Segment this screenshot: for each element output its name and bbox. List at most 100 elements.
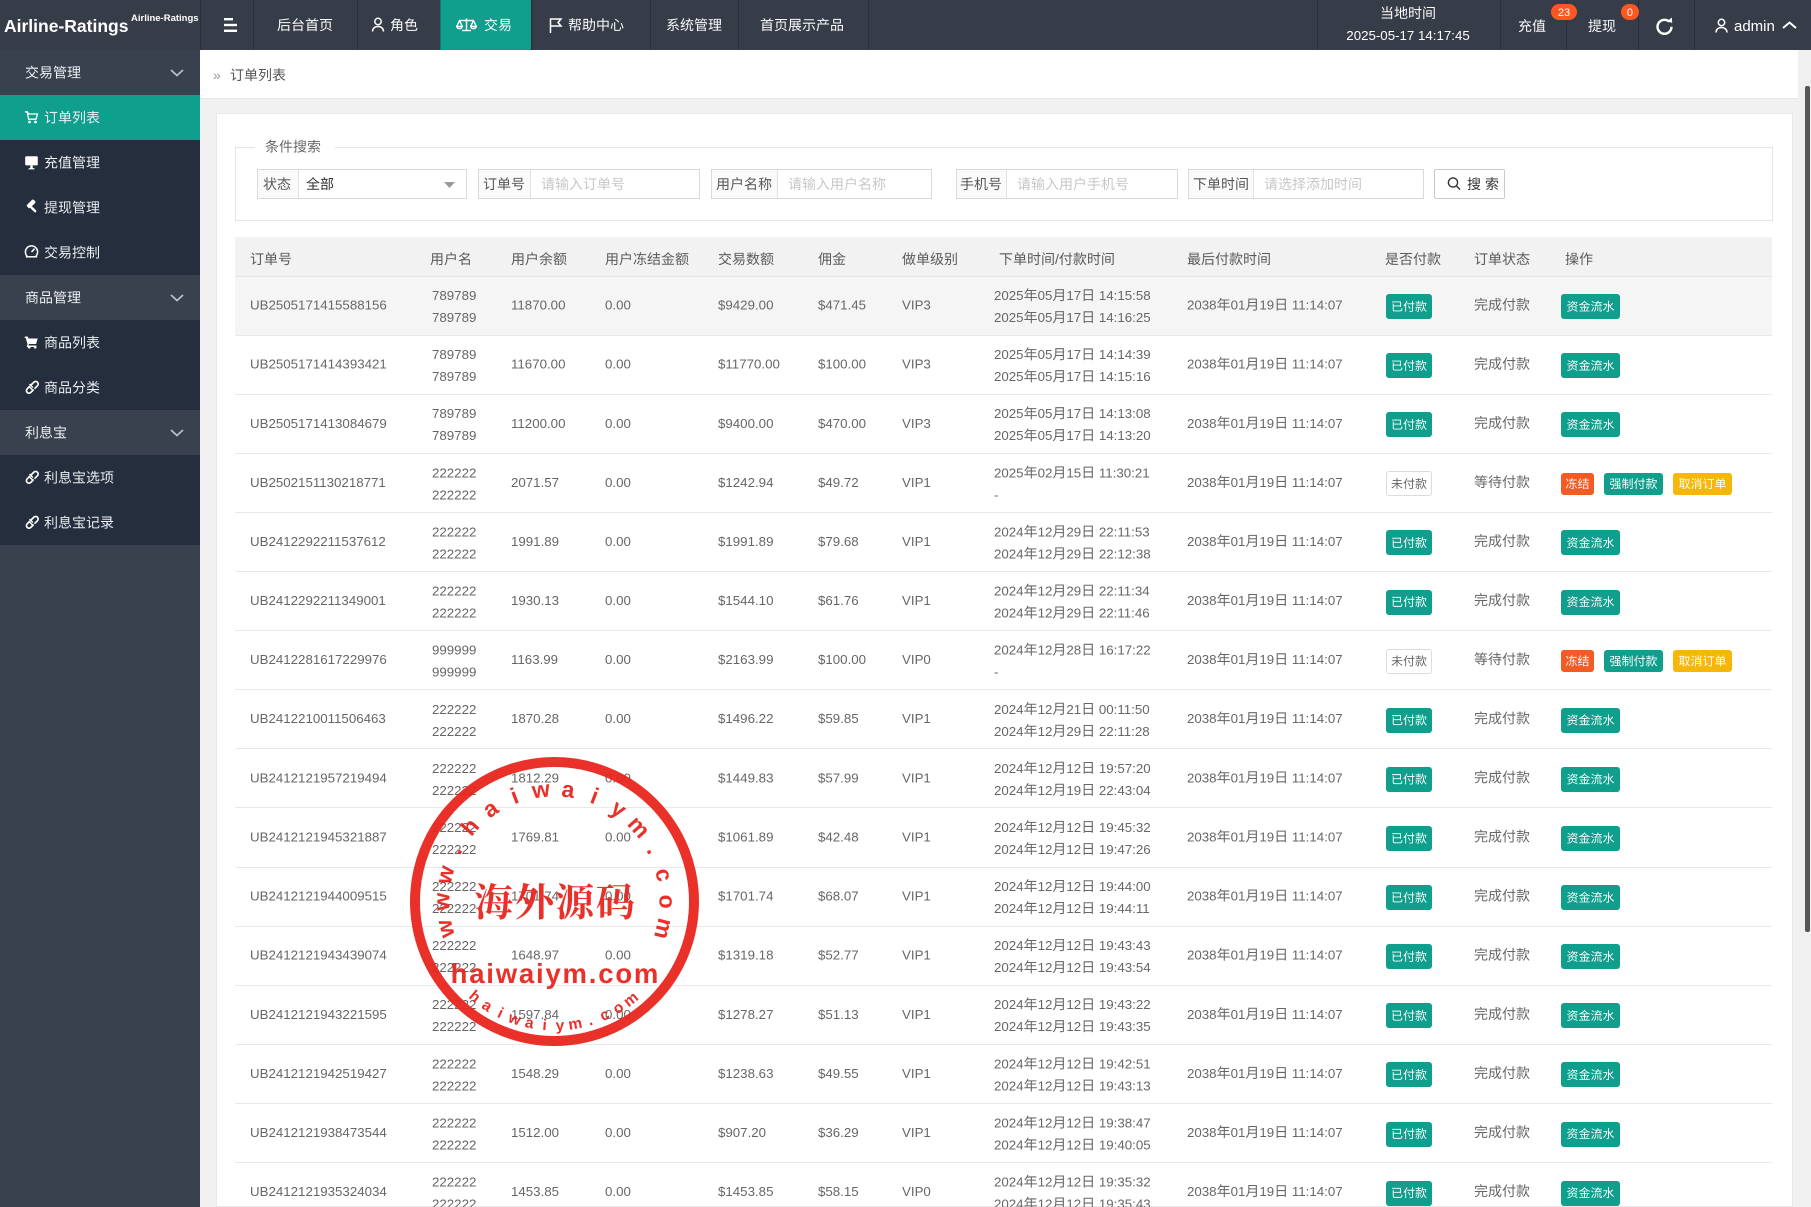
svg-text:11:14:07: 11:14:07 [1288,1007,1342,1022]
svg-text:VIP1: VIP1 [902,948,931,963]
svg-text:05: 05 [1038,310,1053,325]
svg-text:14:15:16: 14:15:16 [1095,369,1150,384]
svg-text:14:13:08: 14:13:08 [1095,406,1150,421]
svg-text:19: 19 [1259,829,1274,844]
svg-text:2025: 2025 [994,347,1024,362]
svg-text:12: 12 [1066,1019,1081,1034]
svg-text:»: » [213,67,221,83]
svg-text:0.00: 0.00 [605,652,631,667]
svg-text:UB2505171415588156: UB2505171415588156 [250,298,387,313]
svg-text:222222: 222222 [432,524,476,539]
svg-text:2038: 2038 [1187,948,1217,963]
svg-text:01: 01 [1231,652,1246,667]
svg-text:12: 12 [1066,1116,1081,1131]
svg-text:222222: 222222 [432,606,476,621]
svg-text:$1242.94: $1242.94 [718,475,773,490]
svg-text:$1449.83: $1449.83 [718,770,773,785]
svg-text:999999: 999999 [432,643,476,658]
svg-text:VIP1: VIP1 [902,711,931,726]
svg-text:2024: 2024 [994,724,1024,739]
svg-text:2038: 2038 [1187,1066,1217,1081]
svg-text:2025: 2025 [994,369,1024,384]
svg-text:19: 19 [1259,1007,1274,1022]
svg-text:0.00: 0.00 [605,1184,631,1199]
svg-text:11870.00: 11870.00 [511,298,565,313]
svg-text:14:15:58: 14:15:58 [1095,288,1150,303]
svg-text:29: 29 [1066,584,1081,599]
svg-text:12: 12 [1038,643,1053,658]
svg-text:11:14:07: 11:14:07 [1288,889,1342,904]
svg-text:222222: 222222 [432,761,476,776]
svg-text:12: 12 [1038,1078,1053,1093]
svg-text:1991.89: 1991.89 [511,534,559,549]
svg-text:00:11:50: 00:11:50 [1095,702,1149,717]
svg-text:19: 19 [1259,475,1274,490]
svg-text:12: 12 [1038,524,1053,539]
svg-text:222222: 222222 [432,546,476,561]
svg-text:28: 28 [1066,643,1081,658]
svg-text:$1238.63: $1238.63 [718,1066,773,1081]
svg-text:2024: 2024 [994,761,1024,776]
svg-text:$470.00: $470.00 [818,416,866,431]
svg-text:01: 01 [1231,770,1246,785]
svg-text:w: w [428,893,454,912]
svg-text:12: 12 [1038,761,1053,776]
svg-text:2038: 2038 [1187,1007,1217,1022]
svg-text:19: 19 [1259,1066,1274,1081]
svg-text:haiwaiym.com: haiwaiym.com [451,958,661,989]
svg-text:22:11:46: 22:11:46 [1095,606,1149,621]
svg-text:UB2502151130218771: UB2502151130218771 [250,475,386,490]
svg-text:UB2412210011506463: UB2412210011506463 [250,711,386,726]
svg-text:$36.29: $36.29 [818,1125,859,1140]
svg-text:222222: 222222 [432,487,476,502]
svg-text:17: 17 [1066,369,1081,384]
svg-text:01: 01 [1231,1066,1246,1081]
svg-text:29: 29 [1066,606,1081,621]
svg-text:$42.48: $42.48 [818,829,859,844]
svg-text:UB2505171413084679: UB2505171413084679 [250,416,387,431]
svg-text:22:11:34: 22:11:34 [1095,584,1149,599]
svg-text:11:14:07: 11:14:07 [1288,1125,1342,1140]
svg-text:UB2412292211349001: UB2412292211349001 [250,593,386,608]
svg-text:m: m [649,916,679,942]
svg-text:1548.29: 1548.29 [511,1066,559,1081]
svg-text:0.00: 0.00 [605,1125,631,1140]
svg-text:11200.00: 11200.00 [511,416,565,431]
svg-text:22:11:53: 22:11:53 [1095,524,1149,539]
svg-text:2024: 2024 [994,524,1024,539]
svg-text:VIP3: VIP3 [902,416,931,431]
svg-text:$907.20: $907.20 [718,1125,766,1140]
svg-text:1453.85: 1453.85 [511,1184,559,1199]
svg-text:22:43:04: 22:43:04 [1095,783,1150,798]
svg-text:19:44:00: 19:44:00 [1095,879,1150,894]
svg-text:2024: 2024 [994,1116,1024,1131]
svg-text:12: 12 [1038,1116,1053,1131]
svg-text:789789: 789789 [432,406,476,421]
svg-text:12: 12 [1038,997,1053,1012]
svg-text:-: - [994,665,998,680]
svg-text:2024: 2024 [994,1138,1024,1153]
svg-text:2024: 2024 [994,879,1024,894]
svg-text:14:13:20: 14:13:20 [1095,428,1150,443]
svg-text:11:14:07: 11:14:07 [1288,593,1342,608]
svg-text:19:43:22: 19:43:22 [1095,997,1150,1012]
svg-text:y: y [606,794,631,823]
svg-text:12: 12 [1066,938,1081,953]
svg-text:222222: 222222 [432,1019,476,1034]
svg-text:05: 05 [1038,347,1053,362]
svg-text:2025: 2025 [994,288,1024,303]
svg-text:19:57:20: 19:57:20 [1095,761,1150,776]
svg-text:1870.28: 1870.28 [511,711,559,726]
svg-text:0.00: 0.00 [605,711,631,726]
svg-text:2024: 2024 [994,606,1024,621]
svg-text:05: 05 [1038,288,1053,303]
svg-text:789789: 789789 [432,369,476,384]
svg-text:05: 05 [1038,406,1053,421]
svg-text:19:40:05: 19:40:05 [1095,1138,1150,1153]
svg-text:$1453.85: $1453.85 [718,1184,773,1199]
svg-text:2038: 2038 [1187,770,1217,785]
svg-text:2024: 2024 [994,702,1024,717]
svg-text:UB2412121957219494: UB2412121957219494 [250,770,387,785]
svg-text:VIP0: VIP0 [902,652,931,667]
svg-text:y: y [555,1017,565,1034]
